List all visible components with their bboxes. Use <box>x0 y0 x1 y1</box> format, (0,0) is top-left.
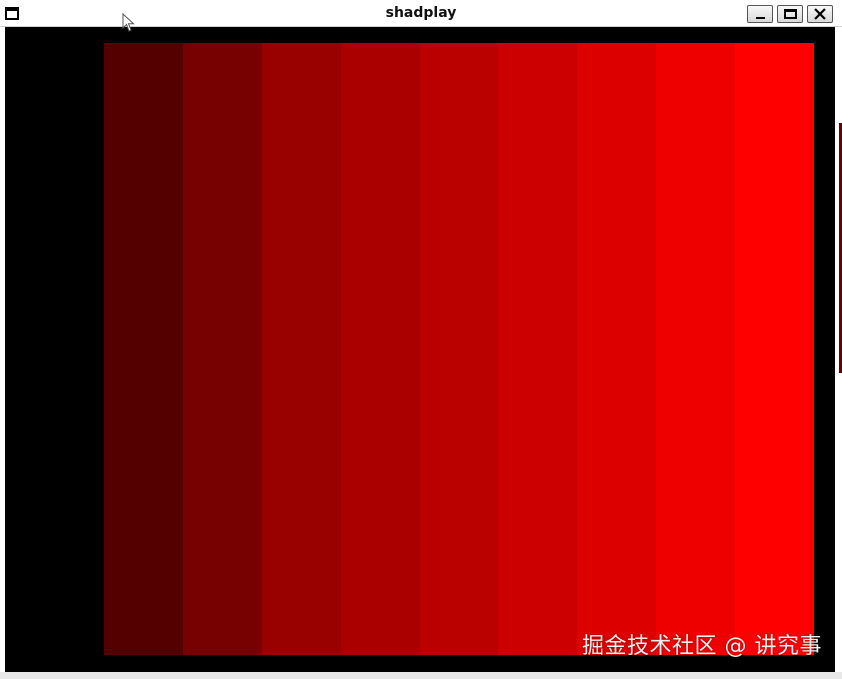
app-window: shadplay 掘金技术社区 @ 讲究事 <box>0 0 842 679</box>
gradient-band <box>104 43 183 655</box>
shader-gradient <box>104 43 815 655</box>
gradient-band <box>735 43 815 655</box>
maximize-icon <box>784 9 797 19</box>
mouse-cursor-icon <box>122 13 135 32</box>
gradient-band <box>498 43 578 655</box>
gradient-band <box>577 43 657 655</box>
minimize-button[interactable] <box>747 5 773 23</box>
window-bottom-border <box>0 672 842 679</box>
minimize-icon <box>756 17 765 19</box>
gradient-band <box>261 43 341 655</box>
watermark-text: 掘金技术社区 @ 讲究事 <box>582 634 822 659</box>
maximize-button[interactable] <box>777 5 803 23</box>
gradient-band <box>340 43 420 655</box>
render-viewport[interactable] <box>5 27 835 672</box>
gradient-band <box>419 43 499 655</box>
gradient-band <box>656 43 736 655</box>
gradient-band <box>182 43 262 655</box>
close-button[interactable] <box>807 5 833 23</box>
close-icon <box>814 8 826 20</box>
window-menu-icon[interactable] <box>5 7 19 20</box>
